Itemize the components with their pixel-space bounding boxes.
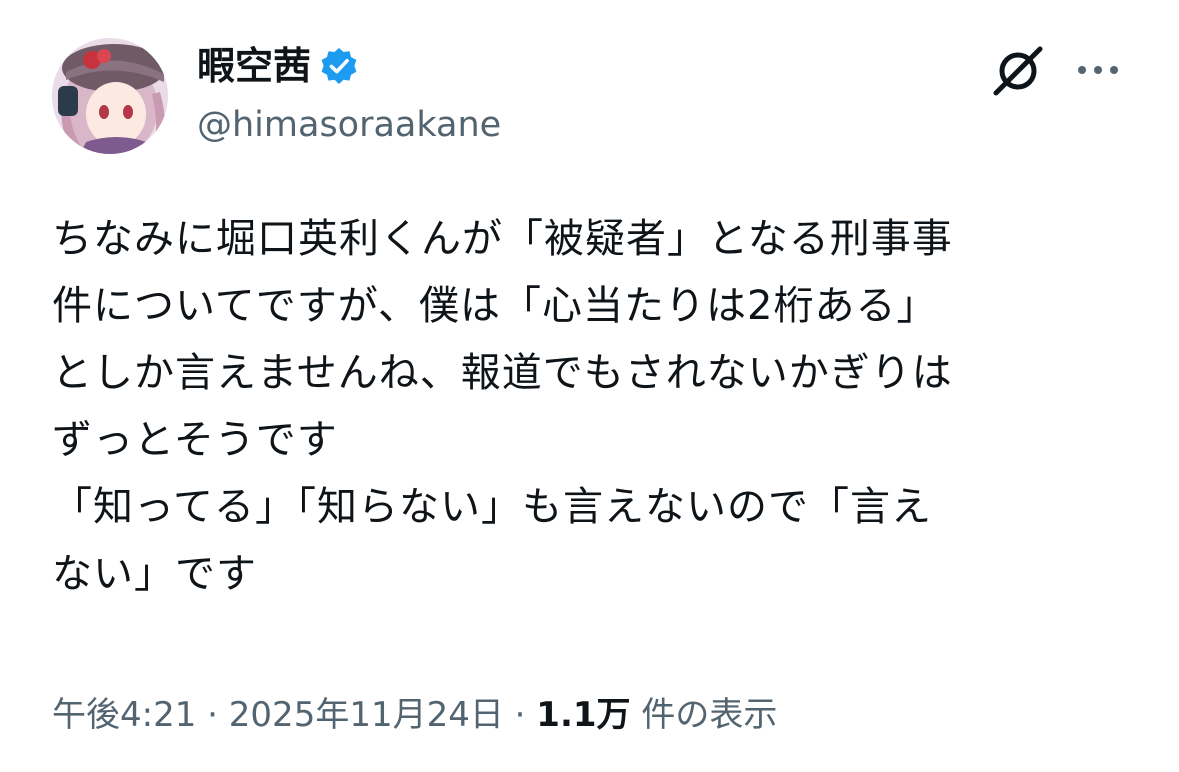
tweet-text: ちなみに堀口英利くんが「被疑者」となる刑事事 件についてですが、僕は「心当たりは…: [52, 206, 1132, 608]
tweet-text-line: 「知ってる」「知らない」も言えないので「言え: [52, 484, 932, 530]
tweet-text-line: としか言えませんね、報道でもされないかぎりは: [52, 350, 953, 396]
tweet-text-line: ずっとそうです: [52, 417, 338, 463]
tweet-time[interactable]: 午後4:21: [52, 695, 196, 735]
views-label[interactable]: 件の表示: [641, 695, 777, 735]
meta-separator: ·: [207, 695, 218, 735]
avatar[interactable]: [52, 38, 168, 154]
more-options-icon[interactable]: [1074, 50, 1122, 90]
views-count[interactable]: 1.1万: [536, 695, 630, 735]
tweet: 暇空茜 @himasoraakane ちなみに堀口英利くんが「被疑者」となる刑事…: [0, 0, 1179, 772]
tweet-text-line: 件についてですが、僕は「心当たりは2桁ある」: [52, 283, 938, 329]
grok-icon[interactable]: [990, 40, 1050, 100]
meta-separator: ·: [514, 695, 526, 735]
verified-badge-icon[interactable]: [319, 46, 359, 86]
author-display-name[interactable]: 暇空茜: [197, 38, 311, 94]
author-handle[interactable]: @himasoraakane: [197, 100, 501, 150]
tweet-date[interactable]: 2025年11月24日: [229, 695, 504, 735]
author-name-row: 暇空茜: [197, 38, 359, 94]
tweet-meta: 午後4:21 · 2025年11月24日 · 1.1万 件の表示: [52, 690, 777, 740]
tweet-text-line: ちなみに堀口英利くんが「被疑者」となる刑事事: [52, 216, 953, 262]
tweet-text-line: ない」です: [52, 551, 257, 597]
